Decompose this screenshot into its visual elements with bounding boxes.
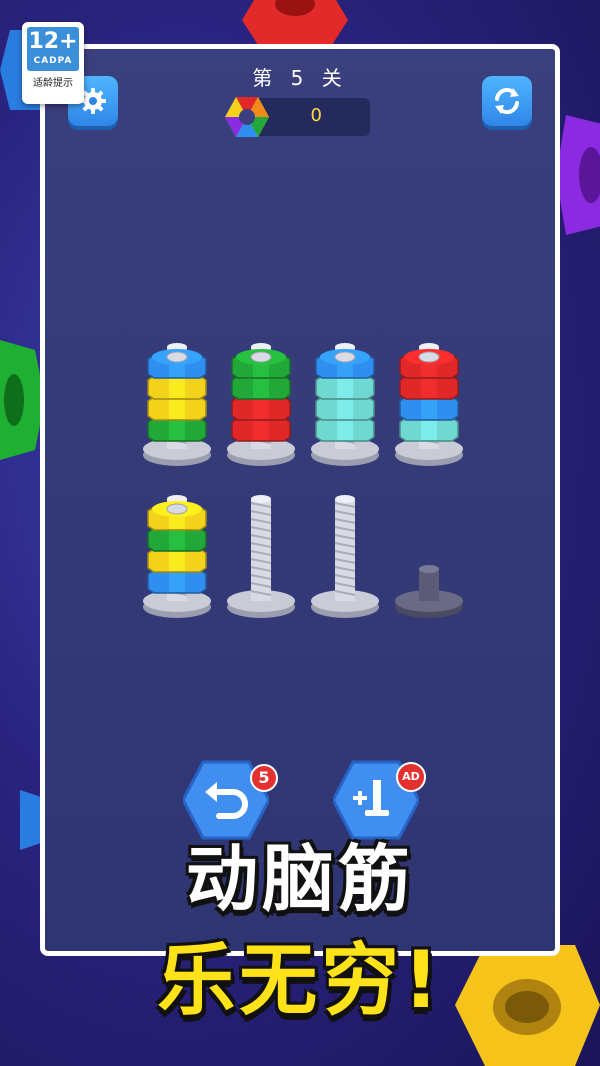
nut-hole [250, 351, 272, 363]
age-rating-number: 12+ [28, 29, 78, 54]
nut-yellow[interactable] [147, 548, 207, 573]
nut-highlight [169, 398, 185, 419]
nut-green[interactable] [231, 375, 291, 400]
nut-highlight [253, 377, 269, 398]
background-nut-red-icon [242, 0, 348, 48]
board [143, 343, 463, 618]
nut-green[interactable] [231, 349, 291, 379]
screw-peg[interactable] [227, 495, 295, 618]
nut-highlight [169, 419, 185, 440]
nut-teal[interactable] [315, 396, 375, 421]
nut-highlight [169, 377, 185, 398]
nut-yellow[interactable] [147, 501, 207, 531]
nut-hole [166, 351, 188, 363]
nut-teal[interactable] [315, 417, 375, 442]
screw-peg[interactable] [143, 495, 211, 618]
screw-tip [251, 495, 271, 503]
nut-teal[interactable] [399, 417, 459, 442]
screw-peg[interactable] [395, 343, 463, 466]
peg-stub-top [419, 565, 439, 573]
background-nut-green-icon [0, 340, 45, 460]
nut-yellow[interactable] [147, 396, 207, 421]
ad-badge: AD [396, 762, 426, 792]
nut-blue[interactable] [147, 349, 207, 379]
nut-hole [166, 503, 188, 515]
ad-label: AD [402, 770, 420, 783]
nut-green[interactable] [147, 527, 207, 552]
nut-blue[interactable] [315, 349, 375, 379]
level-title: 第 5 关 [252, 66, 348, 90]
nut-highlight [337, 419, 353, 440]
nut-highlight [421, 419, 437, 440]
slogan-line-1: 动脑筋 [185, 837, 414, 921]
screw-peg[interactable] [227, 343, 295, 466]
nut-hole [334, 351, 356, 363]
screw-peg[interactable] [311, 343, 379, 466]
nut-green[interactable] [147, 417, 207, 442]
nut-blue[interactable] [147, 569, 207, 594]
background-nut-purple-icon [556, 115, 600, 235]
undo-count: 5 [258, 768, 270, 787]
nut-highlight [421, 377, 437, 398]
undo-count-badge: 5 [250, 764, 278, 792]
age-rating-hint: 适龄提示 [33, 78, 73, 89]
nut-highlight [337, 398, 353, 419]
nut-hole [418, 351, 440, 363]
nut-yellow[interactable] [147, 375, 207, 400]
score-box: 0 [225, 97, 370, 137]
nut-highlight [169, 529, 185, 550]
nut-red[interactable] [231, 417, 291, 442]
nut-highlight [169, 550, 185, 571]
nut-red[interactable] [399, 375, 459, 400]
nut-highlight [337, 377, 353, 398]
nut-highlight [253, 419, 269, 440]
screw-peg[interactable] [395, 565, 463, 618]
age-rating-badge: 12+ CADPA 适龄提示 [22, 22, 84, 104]
screw-peg[interactable] [143, 343, 211, 466]
nut-highlight [169, 571, 185, 592]
nut-red[interactable] [231, 396, 291, 421]
nut-blue[interactable] [399, 396, 459, 421]
nut-teal[interactable] [315, 375, 375, 400]
peg-stub [419, 569, 439, 601]
nut-highlight [253, 398, 269, 419]
slogan-line-2: 乐无穷! [157, 936, 443, 1026]
age-rating-org: CADPA [33, 56, 73, 66]
score-value: 0 [310, 105, 322, 126]
nut-red[interactable] [399, 349, 459, 379]
nut-highlight [421, 398, 437, 419]
rainbow-nut-icon [225, 97, 269, 137]
screw-peg[interactable] [311, 495, 379, 618]
screw-tip [335, 495, 355, 503]
